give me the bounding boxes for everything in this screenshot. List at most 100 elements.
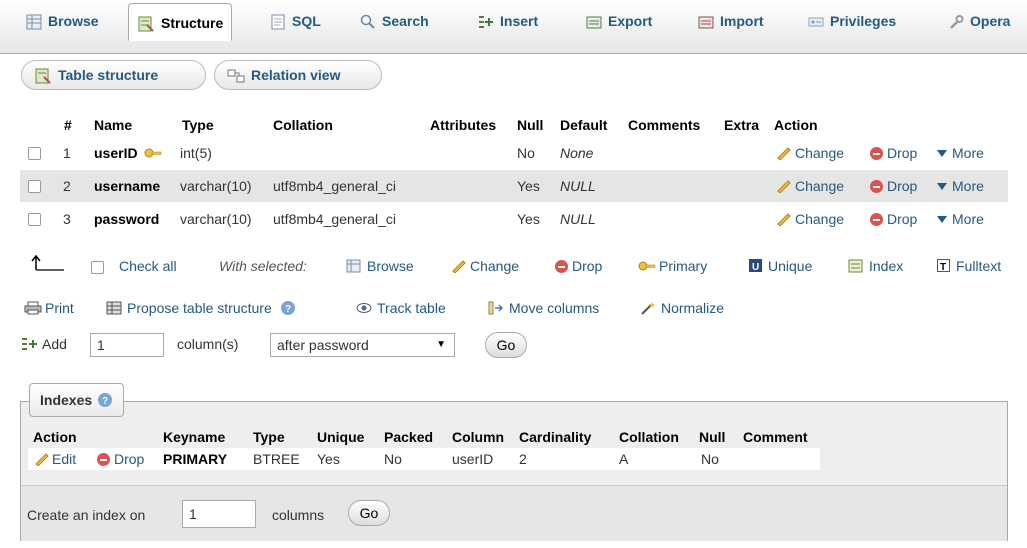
bulk-browse-button[interactable]: Browse [346,258,414,274]
bulk-change-button[interactable]: Change [451,258,519,274]
wand-icon [641,302,655,315]
track-table-link[interactable]: Track table [356,300,446,316]
add-go-button[interactable]: Go [485,332,527,358]
help-icon[interactable]: ? [280,300,296,316]
add-column-position-select[interactable]: after password ▼ [270,333,455,357]
index-header-type: Type [253,429,285,445]
subtab-table-structure[interactable]: Table structure [21,60,206,90]
index-edit-link[interactable]: Edit [34,451,76,467]
change-link[interactable]: Change [776,211,844,227]
create-index-count-input[interactable]: 1 [182,500,256,528]
move-columns-link[interactable]: Move columns [488,300,599,316]
tab-search[interactable]: Search [352,6,437,36]
more-dropdown[interactable]: More [937,178,984,194]
drop-link[interactable]: Drop [870,211,917,227]
column-name: userID [94,145,162,161]
index-header-column: Column [452,429,505,445]
col-header-null[interactable]: Null [517,117,543,133]
col-header-name[interactable]: Name [94,117,132,133]
index-header-comment: Comment [743,429,808,445]
bulk-primary-button[interactable]: Primary [638,258,707,274]
change-link[interactable]: Change [776,178,844,194]
column-default: NULL [560,211,596,227]
column-default: None [560,145,594,161]
col-header-collation[interactable]: Collation [273,117,333,133]
row-num: 3 [63,211,71,227]
import-icon [698,16,714,29]
help-icon[interactable]: ? [97,392,113,408]
drop-icon [555,260,568,273]
tab-privileges[interactable]: Privileges [800,6,904,36]
propose-table-structure-link[interactable]: Propose table structure? [106,300,296,316]
row-checkbox[interactable] [28,213,41,226]
tab-browse[interactable]: Browse [18,6,107,36]
tab-label: Browse [48,13,99,29]
tab-operations[interactable]: Opera [940,6,1018,36]
tab-label: Search [382,13,429,29]
structure-icon [138,16,154,33]
bulk-drop-button[interactable]: Drop [555,258,602,274]
create-index-columns-label: columns [272,507,325,523]
more-dropdown[interactable]: More [937,145,984,161]
tab-structure[interactable]: Structure [128,3,233,41]
create-index-area [21,485,1007,541]
drop-icon [870,180,883,193]
move-columns-icon [488,301,504,315]
index-header-action: Action [33,429,77,445]
tab-insert[interactable]: Insert [470,6,546,36]
column-null: No [517,145,535,161]
tab-import[interactable]: Import [690,6,772,36]
column-type: int(5) [180,145,212,161]
index-cardinality: 2 [519,451,527,467]
change-link[interactable]: Change [776,145,844,161]
col-header-extra[interactable]: Extra [724,117,759,133]
normalize-link[interactable]: Normalize [640,300,724,316]
add-label: Add [21,336,67,352]
index-null: No [701,451,719,467]
column-name: username [94,178,161,194]
col-header-type[interactable]: Type [182,117,214,133]
index-unique: Yes [317,451,340,467]
index-collation: A [619,451,629,467]
indexes-legend: Indexes? [29,383,125,417]
index-packed: No [384,451,402,467]
row-checkbox[interactable] [28,147,41,160]
bulk-unique-button[interactable]: U Unique [749,258,812,274]
drop-icon [870,213,883,226]
drop-link[interactable]: Drop [870,145,917,161]
key-icon [638,261,656,271]
bulk-fulltext-button[interactable]: T Fulltext [937,258,1001,274]
add-column-count-input[interactable]: 1 [90,333,164,357]
index-keyname: PRIMARY [163,451,228,467]
unique-icon: U [749,259,762,273]
index-type: BTREE [253,451,300,467]
more-dropdown[interactable]: More [937,211,984,227]
with-selected-label: With selected: [219,258,307,274]
check-all-label[interactable]: Check all [119,258,177,274]
tab-sql[interactable]: SQL [262,6,329,36]
table-row: 1 userID int(5) No None Change Drop More [20,137,1008,169]
subtab-relation-view[interactable]: Relation view [214,60,382,90]
top-tab-bar: Browse Structure SQL Search Insert Expor… [0,0,1027,54]
svg-text:U: U [752,262,759,273]
tab-export[interactable]: Export [578,6,660,36]
col-header-default[interactable]: Default [560,117,607,133]
column-type: varchar(10) [180,178,252,194]
column-type: varchar(10) [180,211,252,227]
col-header-comments[interactable]: Comments [628,117,700,133]
col-header-attributes[interactable]: Attributes [430,117,496,133]
indexes-legend-label: Indexes [40,392,93,408]
drop-icon [97,453,110,466]
index-drop-link[interactable]: Drop [97,451,144,467]
row-checkbox[interactable] [28,180,41,193]
print-link[interactable]: Print [24,300,74,316]
create-index-label: Create an index on [27,507,146,523]
drop-link[interactable]: Drop [870,178,917,194]
index-header-unique: Unique [317,429,365,445]
check-all-checkbox[interactable] [91,261,104,274]
table-icon [346,259,361,273]
tab-label: Privileges [830,13,897,29]
create-index-go-button[interactable]: Go [348,500,390,526]
bulk-index-button[interactable]: Index [848,258,903,274]
print-icon [24,301,42,315]
